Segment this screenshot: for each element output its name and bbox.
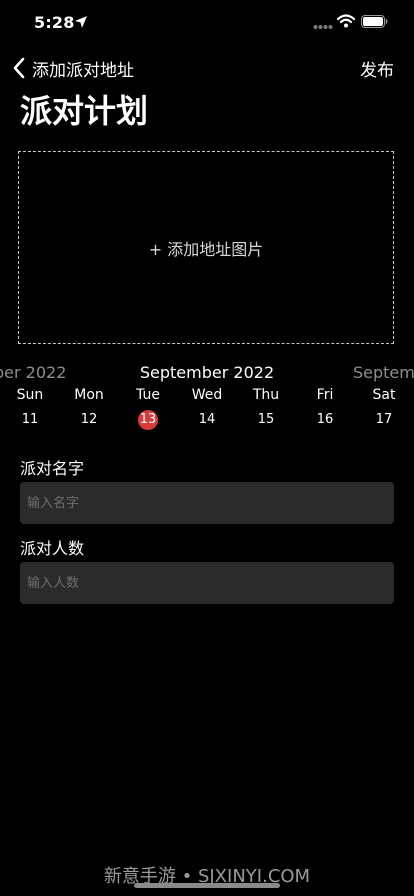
party-count-input[interactable] (20, 562, 394, 604)
month-current-label: September 2022 (139, 363, 275, 382)
status-time: 5:28 (34, 13, 75, 32)
status-bar: 5:28 (0, 0, 414, 44)
add-address-image-label: + 添加地址图片 (148, 239, 264, 259)
month-next-label[interactable]: Septemb (353, 362, 414, 384)
wifi-icon (337, 14, 355, 28)
party-count-label: 派对人数 (20, 539, 85, 558)
party-name-input[interactable] (20, 482, 394, 524)
back-button-label: 添加派对地址 (32, 60, 134, 81)
day-sat[interactable]: Sat 17 (356, 386, 412, 430)
day-number: 12 (80, 412, 98, 427)
battery-icon (361, 15, 388, 28)
day-name: Sun (16, 387, 44, 403)
month-carousel[interactable]: ber 2022 September 2022 Septemb (0, 362, 414, 384)
day-number: 17 (375, 412, 393, 427)
day-name: Thu (252, 387, 280, 403)
day-number: 11 (21, 412, 39, 427)
day-tue[interactable]: Tue 13 (120, 386, 176, 430)
day-number: 16 (316, 412, 334, 427)
day-fri[interactable]: Fri 16 (297, 386, 353, 430)
back-button[interactable]: 添加派对地址 (12, 54, 134, 82)
day-number: 15 (257, 412, 275, 427)
day-name: Tue (136, 387, 160, 403)
chevron-left-icon (13, 57, 25, 79)
day-name: Sat (372, 387, 396, 403)
day-thu[interactable]: Thu 15 (238, 386, 294, 430)
cellular-dots-icon (313, 25, 333, 29)
day-mon[interactable]: Mon 12 (61, 386, 117, 430)
day-name: Fri (316, 387, 334, 403)
selected-day-number: 13 (138, 410, 158, 430)
day-sun[interactable]: Sun 11 (2, 386, 58, 430)
publish-button[interactable]: 发布 (360, 56, 394, 81)
add-address-image-button[interactable]: + 添加地址图片 (18, 151, 394, 344)
day-wed[interactable]: Wed 14 (179, 386, 235, 430)
day-name: Mon (74, 387, 104, 403)
day-name: Wed (191, 387, 223, 403)
day-number: 14 (198, 412, 216, 427)
home-indicator[interactable] (134, 883, 280, 888)
location-arrow-icon (75, 16, 87, 28)
party-name-label: 派对名字 (20, 459, 85, 478)
page-title: 派对计划 (20, 92, 149, 130)
